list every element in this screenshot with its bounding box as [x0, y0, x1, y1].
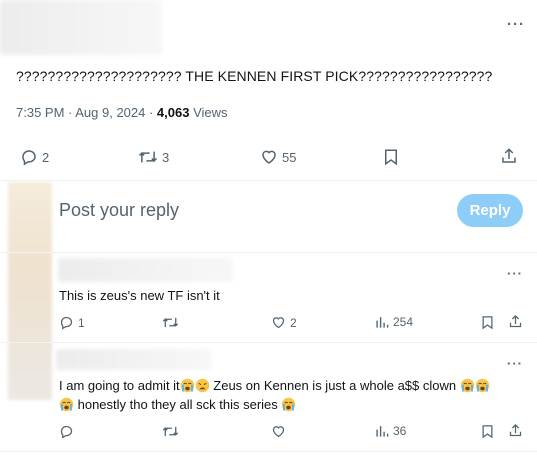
- divider: [0, 342, 537, 343]
- reply-input[interactable]: Post your reply: [59, 200, 179, 221]
- share-action[interactable]: [500, 147, 518, 165]
- like-action[interactable]: 2: [271, 315, 297, 330]
- reply-text-part: honestly tho they all sck this series: [74, 397, 282, 412]
- like-count: 2: [290, 315, 297, 330]
- divider: [0, 451, 537, 452]
- reply-action[interactable]: 1: [59, 315, 85, 330]
- repost-action[interactable]: [162, 315, 179, 330]
- views-action[interactable]: 36: [375, 424, 406, 438]
- crying-emoji: [281, 397, 296, 412]
- share-action[interactable]: [508, 423, 523, 438]
- reply-text: I am going to admit it Zeus on Kennen is…: [59, 376, 529, 414]
- like-icon: [260, 148, 278, 166]
- reply-text-part: Zeus on Kennen is just a whole a$$ clown: [209, 378, 460, 393]
- reply-action[interactable]: [59, 424, 74, 439]
- views-count: 36: [393, 424, 407, 438]
- more-icon[interactable]: ···: [507, 357, 523, 370]
- reply-action[interactable]: 2: [20, 148, 49, 166]
- repost-icon: [162, 424, 179, 439]
- tweet-meta: 7:35 PM · Aug 9, 2024 · 4,063 Views: [16, 105, 228, 120]
- share-action[interactable]: [508, 314, 523, 329]
- tweet-time[interactable]: 7:35 PM · Aug 9, 2024 ·: [16, 105, 157, 120]
- divider: [0, 180, 537, 181]
- like-action[interactable]: [271, 424, 286, 439]
- reply-count: 1: [78, 315, 85, 330]
- bookmark-icon: [383, 148, 399, 166]
- share-icon: [508, 314, 523, 329]
- reply-button[interactable]: Reply: [457, 194, 523, 227]
- views-action[interactable]: 254: [375, 315, 413, 329]
- repost-icon: [138, 148, 158, 166]
- tweet-text: ????????????????????? THE KENNEN FIRST P…: [16, 68, 493, 84]
- views-icon: [375, 424, 389, 438]
- bookmark-action[interactable]: [481, 315, 494, 330]
- like-icon: [271, 424, 286, 439]
- like-action[interactable]: 55: [260, 148, 296, 166]
- bookmark-action[interactable]: [481, 424, 494, 439]
- more-icon[interactable]: ···: [507, 267, 523, 280]
- reply-icon: [59, 424, 74, 439]
- more-icon[interactable]: ···: [507, 17, 525, 32]
- repost-action[interactable]: [162, 424, 179, 439]
- crying-emoji: [59, 397, 74, 412]
- bookmark-action[interactable]: [383, 148, 399, 166]
- crying-emoji: [460, 378, 475, 393]
- crying-emoji: [475, 378, 490, 393]
- reply-text-part: I am going to admit it: [59, 378, 180, 393]
- crying-emoji: [180, 378, 195, 393]
- like-count: 55: [282, 149, 297, 165]
- repost-icon: [162, 315, 179, 330]
- share-icon: [500, 147, 518, 165]
- views-count: 4,063: [156, 105, 190, 120]
- reply-author-blurred: [56, 349, 211, 370]
- author-blurred: [0, 0, 162, 55]
- divider: [0, 252, 537, 253]
- like-icon: [271, 315, 286, 330]
- repost-action[interactable]: 3: [138, 148, 169, 166]
- weary-emoji: [195, 378, 210, 393]
- share-icon: [508, 423, 523, 438]
- reply-author-blurred: [58, 258, 233, 282]
- views-label: Views: [193, 105, 228, 120]
- repost-count: 3: [162, 149, 170, 165]
- reply-text: This is zeus's new TF isn't it: [59, 288, 220, 303]
- views-count: 254: [393, 315, 414, 329]
- reply-count: 2: [42, 149, 50, 165]
- reply-icon: [20, 148, 38, 166]
- bookmark-icon: [481, 315, 494, 330]
- avatar-column: [8, 182, 52, 400]
- reply-icon: [59, 315, 74, 330]
- bookmark-icon: [481, 424, 494, 439]
- views-icon: [375, 315, 389, 329]
